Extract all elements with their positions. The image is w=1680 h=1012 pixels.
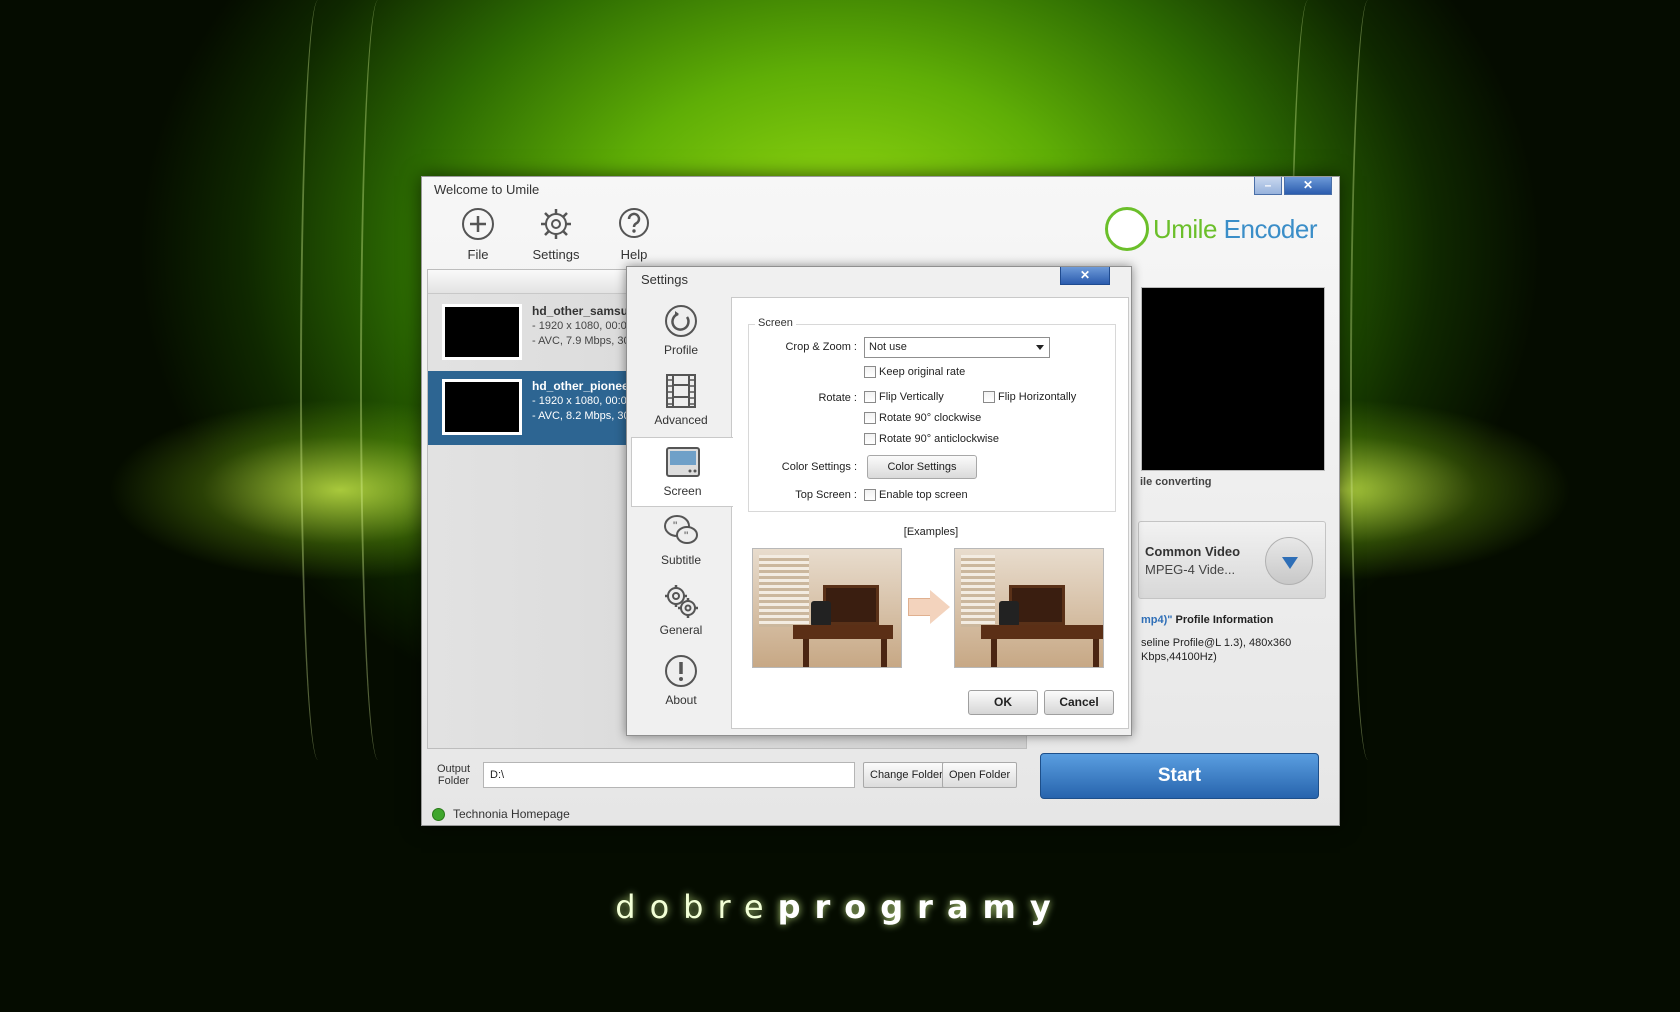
tab-profile[interactable]: Profile bbox=[631, 297, 731, 367]
screen-group: Screen Crop & Zoom : Not use Keep origin… bbox=[748, 317, 1116, 512]
window-title: Welcome to Umile bbox=[434, 182, 540, 197]
example-image-after bbox=[954, 548, 1104, 668]
file-codec: - AVC, 8.2 Mbps, 30 bbox=[532, 410, 630, 422]
help-icon bbox=[619, 208, 649, 238]
background-swirl bbox=[300, 0, 336, 760]
cancel-button[interactable]: Cancel bbox=[1044, 690, 1114, 715]
film-icon bbox=[666, 374, 696, 408]
settings-title: Settings bbox=[641, 272, 688, 287]
profile-name: Common Video bbox=[1145, 544, 1241, 559]
file-resolution: - 1920 x 1080, 00:01 bbox=[532, 320, 633, 332]
watermark: dobreprogramy bbox=[615, 888, 1065, 926]
change-folder-button[interactable]: Change Folder bbox=[863, 762, 950, 788]
svg-text:": " bbox=[673, 519, 677, 533]
profile-description: MPEG-4 Vide... bbox=[1145, 562, 1236, 577]
tab-screen[interactable]: Screen bbox=[631, 437, 733, 507]
open-folder-button[interactable]: Open Folder bbox=[942, 762, 1018, 788]
ok-button[interactable]: OK bbox=[968, 690, 1038, 715]
file-name: hd_other_pioneer bbox=[532, 379, 634, 393]
profile-icon bbox=[665, 305, 697, 337]
example-image-before bbox=[752, 548, 902, 668]
video-thumbnail bbox=[442, 304, 522, 360]
file-name: hd_other_samsu bbox=[532, 304, 629, 318]
plus-circle-icon bbox=[462, 208, 494, 240]
toolbar: File Settings Help bbox=[450, 207, 662, 262]
flip-horizontally-checkbox[interactable]: Flip Horizontally bbox=[983, 391, 1076, 403]
settings-button-label: Settings bbox=[532, 247, 580, 262]
profile-info-title: mp4)" Profile Information bbox=[1141, 614, 1274, 626]
tab-advanced[interactable]: Advanced bbox=[631, 367, 731, 437]
file-resolution: - 1920 x 1080, 00:02 bbox=[532, 395, 633, 407]
tab-about[interactable]: About bbox=[631, 647, 731, 717]
profile-info-line: seline Profile@L 1.3), 480x360 bbox=[1141, 637, 1292, 649]
color-settings-label: Color Settings : bbox=[781, 461, 857, 473]
crop-zoom-label: Crop & Zoom : bbox=[785, 341, 857, 353]
crop-zoom-select[interactable]: Not use bbox=[864, 337, 1050, 358]
video-thumbnail bbox=[442, 379, 522, 435]
monitor-icon bbox=[665, 447, 700, 477]
profile-info-line: Kbps,44100Hz) bbox=[1141, 651, 1217, 663]
enable-top-screen-checkbox[interactable]: Enable top screen bbox=[864, 489, 968, 501]
profile-selector[interactable]: Common Video MPEG-4 Vide... bbox=[1138, 521, 1326, 599]
file-codec: - AVC, 7.9 Mbps, 30 bbox=[532, 335, 630, 347]
gear-icon bbox=[541, 209, 571, 239]
info-icon bbox=[665, 655, 697, 687]
file-button-label: File bbox=[467, 247, 489, 262]
close-button[interactable]: ✕ bbox=[1284, 177, 1332, 195]
output-folder-input[interactable]: D:\ bbox=[483, 762, 855, 788]
video-preview bbox=[1141, 287, 1325, 471]
flip-vertically-checkbox[interactable]: Flip Vertically bbox=[864, 391, 944, 403]
chevron-down-icon[interactable] bbox=[1265, 537, 1313, 585]
minimize-button[interactable]: – bbox=[1254, 177, 1282, 195]
color-settings-button[interactable]: Color Settings bbox=[867, 455, 977, 479]
screen-settings-panel: Screen Crop & Zoom : Not use Keep origin… bbox=[731, 297, 1129, 729]
preview-converting-label: ile converting bbox=[1140, 476, 1212, 488]
help-button[interactable]: Help bbox=[606, 207, 662, 262]
top-screen-label: Top Screen : bbox=[795, 489, 857, 501]
tab-general[interactable]: General bbox=[631, 577, 731, 647]
rotate-label: Rotate : bbox=[818, 392, 857, 404]
speech-bubbles-icon: " " bbox=[664, 515, 698, 544]
start-button[interactable]: Start bbox=[1040, 753, 1319, 799]
file-button[interactable]: File bbox=[450, 207, 506, 262]
keep-original-rate-checkbox[interactable]: Keep original rate bbox=[864, 366, 965, 378]
gears-icon bbox=[665, 585, 698, 618]
output-folder-bar: Output Folder D:\ Change Folder Open Fold… bbox=[427, 753, 1022, 799]
background-swirl bbox=[360, 0, 396, 760]
rotate-clockwise-checkbox[interactable]: Rotate 90° clockwise bbox=[864, 412, 981, 424]
homepage-link[interactable]: Technonia Homepage bbox=[432, 807, 570, 821]
screen-group-label: Screen bbox=[755, 317, 796, 329]
play-icon bbox=[432, 807, 445, 821]
svg-text:": " bbox=[684, 529, 688, 543]
help-button-label: Help bbox=[620, 247, 648, 262]
examples-label: [Examples] bbox=[903, 526, 959, 538]
settings-dialog: Settings ✕ Profile Advanced Screen " " S… bbox=[626, 266, 1132, 736]
umile-logo-icon bbox=[1104, 207, 1149, 251]
settings-nav: Profile Advanced Screen " " Subtitle Gen… bbox=[631, 297, 733, 717]
app-logo: Umile Encoder bbox=[1104, 207, 1318, 251]
output-folder-label: Output Folder bbox=[437, 763, 471, 787]
rotate-anticlockwise-checkbox[interactable]: Rotate 90° anticlockwise bbox=[864, 433, 999, 445]
settings-button[interactable]: Settings bbox=[528, 207, 584, 262]
settings-close-button[interactable]: ✕ bbox=[1060, 267, 1110, 285]
background-swirl bbox=[1350, 0, 1386, 760]
tab-subtitle[interactable]: " " Subtitle bbox=[631, 507, 731, 577]
window-controls: – ✕ bbox=[1254, 177, 1332, 195]
